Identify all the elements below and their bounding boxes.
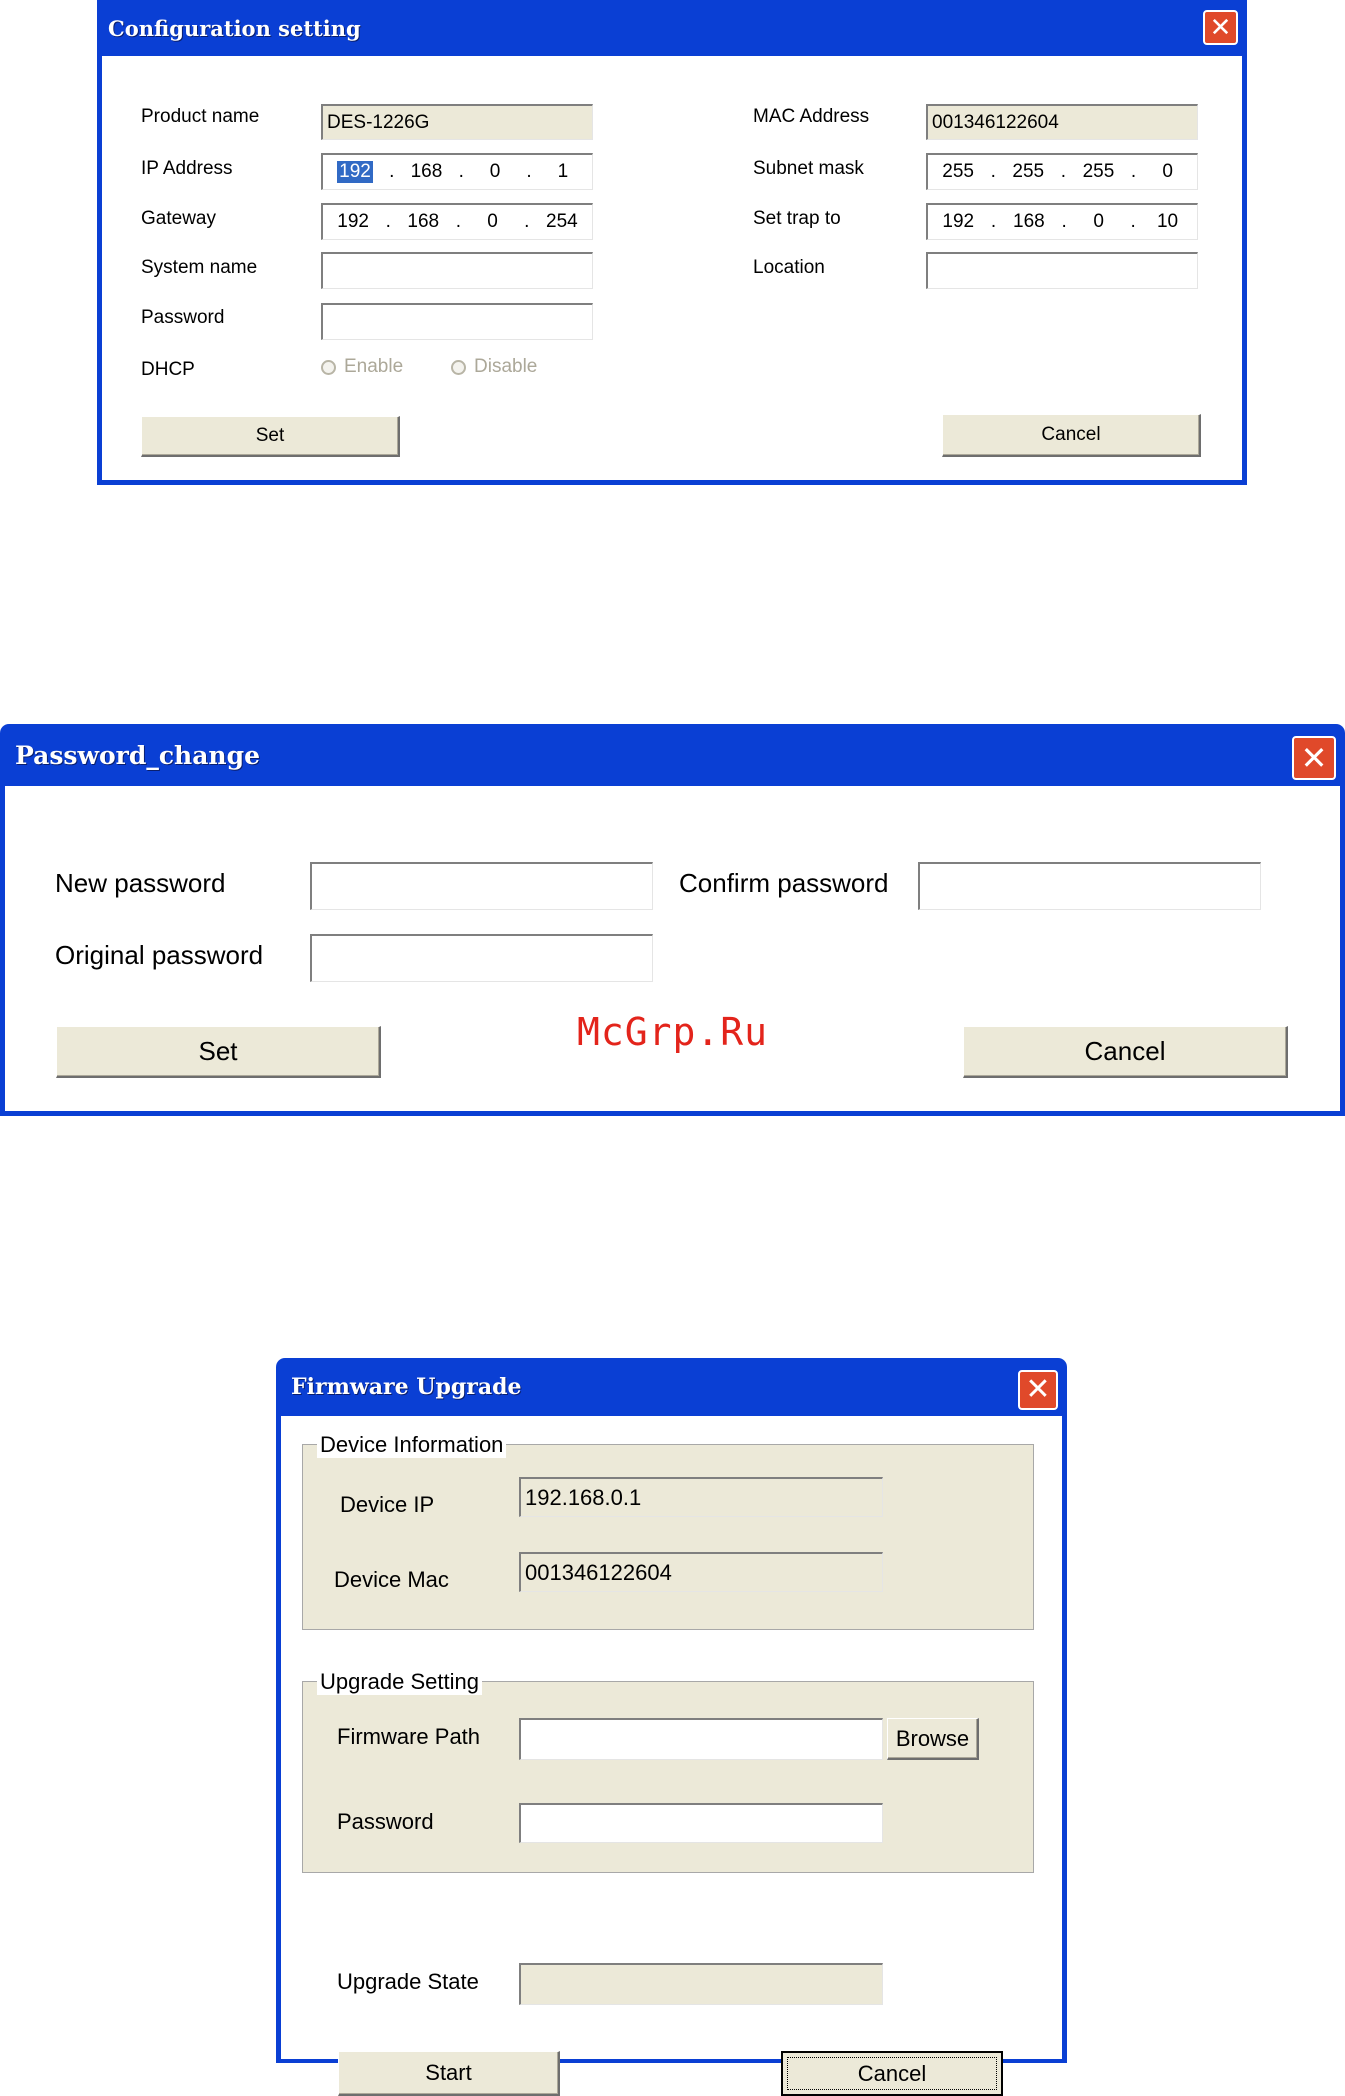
device-information-group: Device Information Device IP 192.168.0.1… [302,1432,1034,1630]
gateway-octet-2[interactable]: 168 [407,211,439,233]
mac-address-label: MAC Address [753,106,870,127]
subnet-mask-label: Subnet mask [753,158,864,179]
firmware-title: Firmware Upgrade [291,1374,522,1400]
firmware-path-input[interactable] [519,1718,883,1760]
ip-octet-3[interactable]: 0 [480,161,510,183]
dhcp-disable-label: Disable [474,356,538,377]
browse-button[interactable]: Browse [887,1718,979,1760]
original-password-input[interactable] [310,934,653,982]
product-name-field: DES-1226G [321,104,593,140]
device-ip-field: 192.168.0.1 [519,1477,883,1517]
ip-dot: . [990,161,996,182]
confirm-password-label: Confirm password [679,868,889,898]
password-change-title: Password_change [15,740,260,770]
device-mac-label: Device Mac [334,1567,449,1592]
cancel-button-label: Cancel [787,2057,997,2090]
dhcp-enable-radio[interactable]: Enable [321,356,403,378]
trap-octet-2[interactable]: 168 [1013,211,1045,233]
set-trap-to-label: Set trap to [753,208,841,229]
configuration-dialog: Configuration setting ✕ Product name IP … [97,0,1247,485]
password-label: Password [337,1809,434,1834]
dhcp-label: DHCP [141,359,195,380]
upgrade-state-field [519,1963,883,2005]
password-label: Password [141,307,225,328]
location-label: Location [753,257,825,278]
close-icon[interactable]: ✕ [1292,736,1336,780]
radio-circle-icon [451,359,466,375]
ip-dot: . [1060,161,1066,182]
cancel-button[interactable]: Cancel [942,414,1201,457]
location-input[interactable] [926,252,1198,289]
original-password-label: Original password [55,940,264,970]
gateway-octet-4[interactable]: 254 [546,211,578,233]
watermark-text: McGrp.Ru [577,1010,769,1054]
mac-address-field: 001346122604 [926,104,1198,140]
ip-dot: . [385,211,391,232]
dhcp-disable-radio[interactable]: Disable [451,356,537,378]
configuration-title: Configuration setting [108,15,361,41]
product-name-label: Product name [141,106,260,127]
device-mac-field: 001346122604 [519,1552,883,1592]
password-change-body: New password Confirm password Original p… [5,786,1340,1111]
ip-dot: . [1130,211,1136,232]
firmware-upgrade-dialog: Firmware Upgrade ✕ Device Information De… [276,1358,1067,2096]
configuration-body: Product name IP Address Gateway System n… [102,56,1242,480]
gateway-octet-1[interactable]: 192 [337,211,369,233]
upgrade-setting-group: Upgrade Setting Firmware Path Browse Pas… [302,1669,1034,1873]
cancel-button[interactable]: Cancel [781,2051,1003,2096]
subnet-octet-3[interactable]: 255 [1083,161,1115,183]
trap-ip-input[interactable]: 192 . 168 . 0 . 10 [926,203,1198,240]
password-change-titlebar[interactable]: Password_change ✕ [5,724,1340,786]
password-change-dialog: Password_change ✕ New password Confirm p… [0,724,1345,1116]
ip-dot: . [458,161,464,182]
system-name-label: System name [141,257,258,278]
set-button[interactable]: Set [141,416,400,457]
dhcp-enable-label: Enable [344,356,404,377]
gateway-label: Gateway [141,208,216,229]
ip-address-input[interactable]: 192 . 168 . 0 . 1 [321,153,593,190]
ip-dot: . [524,211,530,232]
new-password-input[interactable] [310,862,653,910]
cancel-button[interactable]: Cancel [963,1026,1288,1078]
subnet-octet-2[interactable]: 255 [1012,161,1044,183]
gateway-octet-3[interactable]: 0 [478,211,508,233]
firmware-body: Device Information Device IP 192.168.0.1… [281,1416,1062,2096]
ip-octet-2[interactable]: 168 [411,161,443,183]
start-button[interactable]: Start [338,2051,560,2096]
set-button[interactable]: Set [56,1026,381,1078]
trap-octet-1[interactable]: 192 [942,211,974,233]
ip-dot: . [455,211,461,232]
new-password-label: New password [55,868,226,898]
radio-circle-icon [321,359,336,375]
password-input[interactable] [321,303,593,340]
ip-dot: . [990,211,997,232]
close-icon[interactable]: ✕ [1203,10,1238,45]
subnet-mask-input[interactable]: 255 . 255 . 255 . 0 [926,153,1198,190]
ip-dot: . [389,161,395,182]
system-name-input[interactable] [321,252,593,289]
ip-octet-4[interactable]: 1 [548,161,578,183]
confirm-password-input[interactable] [918,862,1261,910]
upgrade-setting-legend: Upgrade Setting [317,1669,482,1695]
trap-octet-3[interactable]: 0 [1084,211,1114,233]
device-ip-label: Device IP [340,1492,435,1517]
firmware-titlebar[interactable]: Firmware Upgrade ✕ [281,1358,1062,1416]
upgrade-state-label: Upgrade State [337,1969,479,1994]
subnet-octet-1[interactable]: 255 [942,161,974,183]
ip-dot: . [1061,211,1067,232]
ip-address-label: IP Address [141,158,233,179]
password-input[interactable] [519,1803,883,1843]
subnet-octet-4[interactable]: 0 [1153,161,1183,183]
close-icon[interactable]: ✕ [1018,1370,1058,1410]
device-information-legend: Device Information [317,1432,507,1458]
trap-octet-4[interactable]: 10 [1153,211,1183,233]
ip-dot: . [526,161,532,182]
firmware-path-label: Firmware Path [337,1724,481,1749]
gateway-input[interactable]: 192 . 168 . 0 . 254 [321,203,593,240]
configuration-titlebar[interactable]: Configuration setting ✕ [102,0,1242,56]
ip-octet-1[interactable]: 192 [337,161,373,183]
ip-dot: . [1130,161,1137,182]
